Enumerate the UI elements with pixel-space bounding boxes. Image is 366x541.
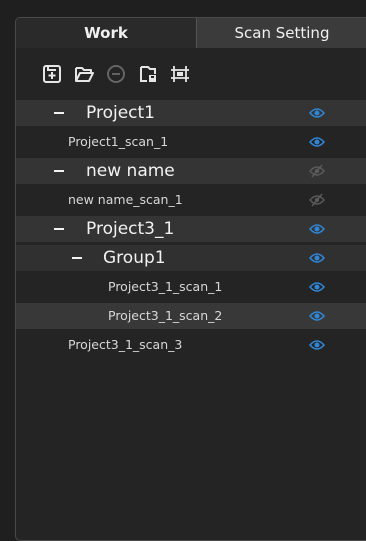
eye-visible-icon[interactable] (309, 251, 325, 265)
project-tree: Project1 Project1_scan_1 new name new na… (16, 100, 366, 361)
remove-icon[interactable] (106, 64, 126, 84)
tree-scan-row[interactable]: Project3_1_scan_3 (16, 332, 366, 358)
tree-scan-row[interactable]: Project1_scan_1 (16, 129, 366, 155)
tree-item-label: Project1 (86, 103, 155, 123)
tree-item-label: Group1 (103, 248, 166, 268)
collapse-icon[interactable] (54, 112, 64, 114)
tree-item-label: Project3_1 (86, 219, 175, 239)
save-file-icon[interactable] (138, 64, 158, 84)
eye-visible-icon[interactable] (309, 309, 325, 323)
tab-bar: Work Scan Setting (16, 18, 366, 48)
work-panel: Work Scan Setting Project1 Project1_scan… (15, 17, 366, 541)
tree-item-label: Project3_1_scan_3 (68, 337, 183, 352)
eye-hidden-icon[interactable] (309, 193, 325, 207)
add-project-icon[interactable] (42, 64, 62, 84)
tree-scan-row[interactable]: Project3_1_scan_2 (16, 303, 366, 329)
eye-visible-icon[interactable] (309, 135, 325, 149)
group-icon[interactable] (170, 64, 190, 84)
tab-work[interactable]: Work (16, 18, 196, 48)
tree-item-label: new name_scan_1 (68, 192, 183, 207)
tree-item-label: Project1_scan_1 (68, 134, 169, 149)
eye-visible-icon[interactable] (309, 280, 325, 294)
eye-hidden-icon[interactable] (309, 164, 325, 178)
tree-item-label: Project3_1_scan_1 (108, 279, 223, 294)
tree-project-row[interactable]: Project1 (16, 100, 366, 126)
eye-visible-icon[interactable] (309, 106, 325, 120)
eye-visible-icon[interactable] (309, 222, 325, 236)
tree-project-row[interactable]: Project3_1 (16, 216, 366, 242)
tree-item-label: new name (86, 161, 175, 181)
toolbar (16, 48, 366, 100)
eye-visible-icon[interactable] (309, 338, 325, 352)
collapse-icon[interactable] (54, 170, 64, 172)
tree-scan-row[interactable]: Project3_1_scan_1 (16, 274, 366, 300)
tree-project-row[interactable]: new name (16, 158, 366, 184)
tab-scan-setting[interactable]: Scan Setting (196, 18, 366, 48)
collapse-icon[interactable] (54, 228, 64, 230)
tree-scan-row[interactable]: new name_scan_1 (16, 187, 366, 213)
tree-item-label: Project3_1_scan_2 (108, 308, 223, 323)
collapse-icon[interactable] (72, 257, 82, 259)
tree-group-row[interactable]: Group1 (16, 245, 366, 271)
open-folder-icon[interactable] (74, 64, 94, 84)
